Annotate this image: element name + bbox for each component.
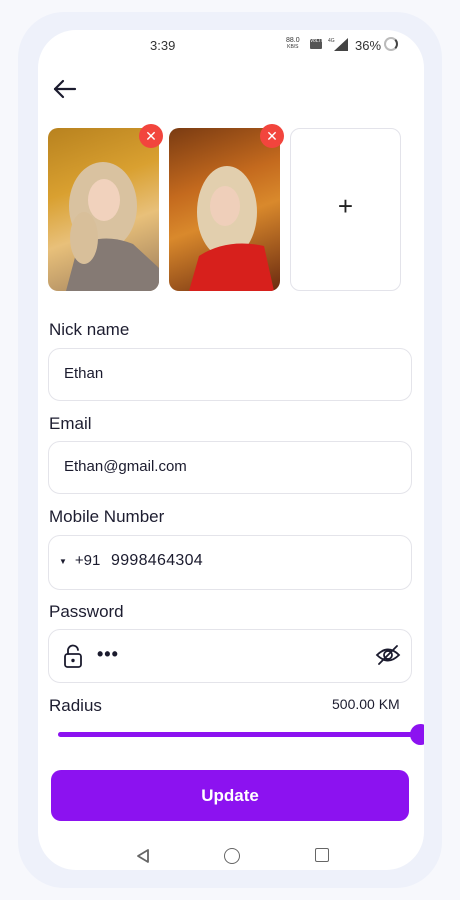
remove-photo-2-button[interactable]: ✕	[260, 124, 284, 148]
lock-open-icon	[64, 644, 82, 668]
portrait-illustration	[189, 166, 274, 291]
signal-label: 4G	[328, 38, 335, 44]
password-field[interactable]: •••	[48, 629, 412, 683]
nav-home-icon[interactable]	[224, 848, 240, 864]
eye-off-icon[interactable]	[375, 643, 401, 667]
battery-icon	[384, 37, 398, 51]
radius-label: Radius	[49, 696, 102, 715]
password-label: Password	[49, 602, 124, 621]
mobile-field[interactable]: ▼ +91 9998464304	[48, 535, 412, 590]
plus-icon: +	[337, 191, 354, 221]
battery-percent: 36%	[355, 38, 382, 53]
country-code-value: +91	[74, 552, 101, 569]
nav-back-icon[interactable]	[135, 848, 151, 864]
status-time: 3:39	[150, 38, 176, 53]
mobile-label: Mobile Number	[49, 507, 165, 526]
remove-photo-1-button[interactable]: ✕	[139, 124, 163, 148]
slider-fill	[58, 732, 420, 737]
add-photo-button[interactable]: +	[290, 128, 401, 291]
email-value: Ethan@gmail.com	[64, 458, 187, 475]
nickname-field[interactable]: Ethan	[48, 348, 412, 401]
network-speed: 88.0 KB/S	[286, 37, 300, 51]
email-field[interactable]: Ethan@gmail.com	[48, 441, 412, 494]
phone-screen: 3:39 88.0 KB/S VoLTE 4G 36% ✕ ✕ + Nick n…	[38, 30, 424, 870]
network-speed-unit: KB/S	[287, 44, 299, 50]
mobile-number-value: 9998464304	[111, 552, 203, 569]
network-speed-value: 88.0	[286, 37, 300, 44]
password-value: •••	[97, 644, 119, 664]
email-label: Email	[49, 414, 92, 433]
update-button[interactable]: Update	[51, 770, 409, 821]
nav-recents-icon[interactable]	[315, 848, 329, 862]
nickname-value: Ethan	[64, 365, 104, 382]
profile-photo-1[interactable]	[48, 128, 159, 291]
volte-icon: VoLTE	[310, 39, 325, 49]
slider-thumb[interactable]	[410, 724, 424, 745]
nickname-label: Nick name	[49, 320, 130, 339]
system-nav-bar	[38, 842, 424, 870]
back-button[interactable]	[50, 74, 80, 104]
portrait-illustration	[66, 162, 159, 291]
caret-down-icon: ▼	[59, 556, 67, 566]
status-bar: 3:39 88.0 KB/S VoLTE 4G 36%	[38, 30, 424, 60]
radius-value: 500.00 KM	[332, 696, 400, 712]
radius-slider[interactable]	[58, 724, 424, 748]
arrow-left-icon	[53, 79, 77, 99]
signal-icon: 4G	[328, 38, 348, 51]
profile-photo-2[interactable]	[169, 128, 280, 291]
country-code-selector[interactable]: ▼ +91	[59, 552, 100, 569]
